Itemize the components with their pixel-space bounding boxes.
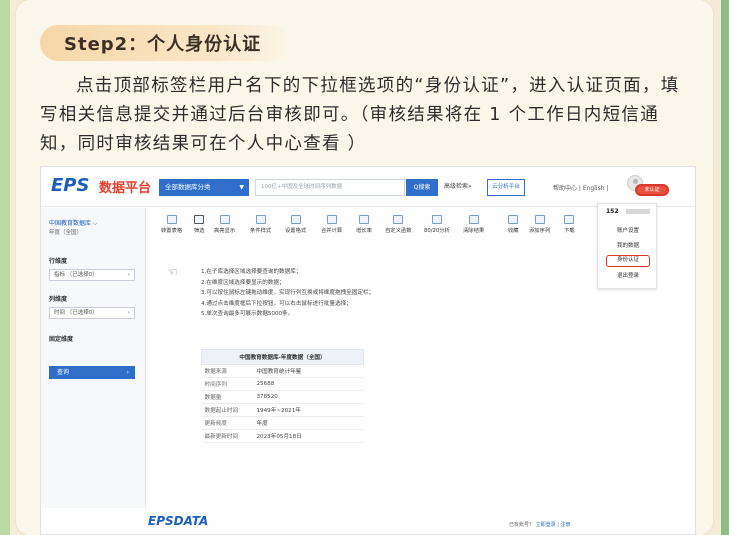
row-dimension-label: 行维度: [49, 258, 68, 265]
column-dimension-label: 列维度: [49, 296, 68, 303]
row-dimension-select[interactable]: 指标 （已选择0） ›: [49, 269, 135, 281]
login-link[interactable]: 立即登录: [536, 522, 556, 528]
advanced-search-link[interactable]: 高级检索»: [444, 181, 472, 190]
table-row: 时间序列 25688: [201, 377, 364, 391]
tool-download[interactable]: 下载: [564, 215, 575, 234]
database-info-table: 中国教育数据库-年度数据（全国） 数据来源 中国教育统计年鉴 时间序列 25688 …: [201, 349, 364, 443]
database-selector[interactable]: 中国教育数据库 ⌵: [49, 218, 97, 228]
table-row: 数据来源 中国教育统计年鉴: [201, 364, 364, 378]
column-dimension-select[interactable]: 时间 （已选择0） ›: [49, 307, 135, 319]
chevron-right-icon: ›: [126, 369, 129, 376]
tool-custom-function[interactable]: 自定义函数: [385, 215, 412, 234]
highlight-icon: [219, 215, 230, 224]
footer-eps-logo: EPSDATA: [148, 514, 209, 528]
chevron-right-icon: ›: [127, 310, 130, 316]
tool-conditional-style[interactable]: 条件样式: [250, 215, 271, 234]
table-row: 最新更新时间 2023年05月18日: [201, 429, 364, 443]
eps-screenshot: EPS 数据平台 全部数据库分类 ▼ 100亿+中国及全球时间序列数据 Q搜索 高…: [40, 166, 696, 535]
function-icon: [393, 215, 404, 224]
transpose-icon: [166, 215, 177, 224]
left-frame-border: [0, 0, 10, 535]
table-row: 数据量 378520: [201, 390, 364, 404]
tool-highlight[interactable]: 高亮显示: [214, 215, 235, 234]
dimension-panel: 中国教育数据库 ⌵ 年度（全国） 行维度 指标 （已选择0） › 列维度 时间 （…: [41, 208, 146, 508]
username-masked: [626, 209, 650, 214]
tool-format[interactable]: 设置格式: [285, 215, 306, 234]
table-row: 更新频度 年度: [201, 416, 364, 430]
step-title: Step2：个人身份认证: [64, 34, 262, 55]
menu-item-account-settings[interactable]: 账户设置: [598, 226, 658, 234]
analysis-icon: [431, 215, 442, 224]
instruction-paragraph: 点击顶部标签栏用户名下的下拉框选项的“身份认证”，进入认证页面，填写相关信息提交…: [40, 76, 680, 154]
uncertified-badge[interactable]: 未认证: [635, 184, 669, 196]
conditional-style-icon: [255, 215, 266, 224]
filter-icon: [194, 215, 205, 224]
username: 152: [606, 208, 619, 215]
tool-favorite[interactable]: 收藏: [508, 215, 519, 234]
query-button[interactable]: 查询 ›: [49, 366, 135, 379]
menu-item-identity-verification[interactable]: 身份认证: [606, 255, 650, 267]
menu-item-my-data[interactable]: 我的数据: [598, 241, 658, 249]
help-language-links[interactable]: 帮助中心 | English |: [553, 183, 608, 192]
table-title: 中国教育数据库-年度数据（全国）: [201, 349, 364, 365]
footer-links: 已有账号？ 立即登录 | 注册: [509, 522, 571, 528]
hand-pointer-icon: ☜: [167, 265, 178, 279]
cloud-analysis-button[interactable]: 云分析平台: [487, 179, 525, 196]
trash-icon: [468, 215, 479, 224]
category-dropdown-button[interactable]: 全部数据库分类 ▼: [159, 179, 249, 196]
tool-filter[interactable]: 筛选: [194, 215, 205, 234]
menu-item-logout[interactable]: 退出登录: [598, 271, 658, 279]
tool-transpose[interactable]: 转置表格: [161, 215, 182, 234]
format-icon: [290, 215, 301, 224]
tool-growth-rate[interactable]: 增长率: [356, 215, 372, 234]
tool-merge-calc[interactable]: 合并计算: [321, 215, 342, 234]
chevron-right-icon: ›: [127, 272, 130, 278]
register-link[interactable]: 注册: [561, 522, 571, 528]
download-icon: [564, 215, 575, 224]
search-input[interactable]: 100亿+中国及全球时间序列数据: [255, 179, 405, 196]
user-dropdown-menu: 152 账户设置 我的数据 身份认证 退出登录: [597, 203, 657, 289]
tool-add-series[interactable]: 添加序列: [529, 215, 550, 234]
search-button[interactable]: Q搜索: [406, 179, 438, 196]
plus-icon: [534, 215, 545, 224]
top-bar: EPS 数据平台 全部数据库分类 ▼ 100亿+中国及全球时间序列数据 Q搜索 高…: [41, 167, 695, 207]
right-frame-border: [721, 0, 729, 535]
usage-instructions: 1.在子库选择区域选择要查询的数据库； 2.在维度区域选择要显示的数据； 3.可…: [201, 269, 375, 317]
table-row: 数据起止时间 1949年~2021年: [201, 403, 364, 417]
eps-logo[interactable]: EPS: [51, 175, 89, 196]
database-scope: 年度（全国）: [49, 230, 83, 236]
tool-clear-results[interactable]: 清除结果: [463, 215, 484, 234]
star-icon: [508, 215, 519, 224]
growth-rate-icon: [358, 215, 369, 224]
chevron-down-icon: ▼: [239, 184, 244, 191]
platform-name: 数据平台: [99, 181, 152, 196]
tool-8020-analysis[interactable]: 80/20分析: [424, 215, 450, 234]
merge-calc-icon: [326, 215, 337, 224]
fixed-dimension-label: 固定维度: [49, 336, 74, 343]
